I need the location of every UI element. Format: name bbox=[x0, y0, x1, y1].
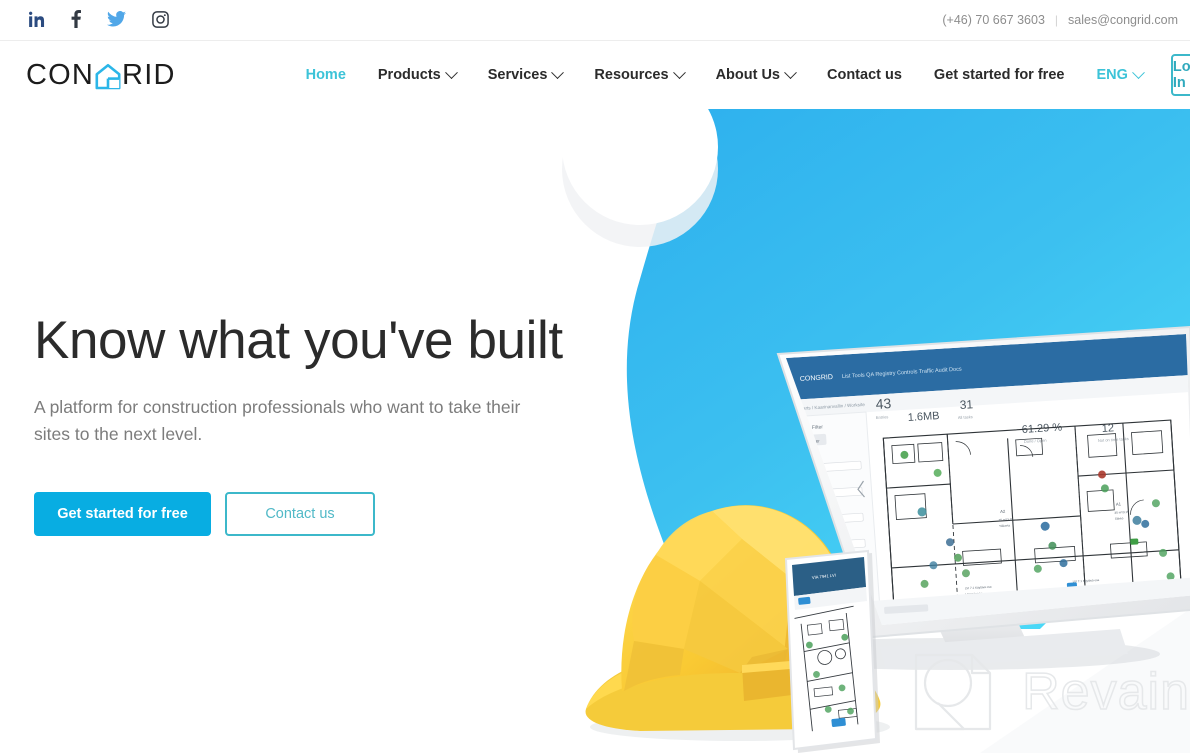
logo-text-left: CON bbox=[26, 58, 95, 91]
chevron-down-icon bbox=[784, 65, 797, 79]
get-started-button-label: Get started for free bbox=[57, 506, 188, 523]
nav-item-products[interactable]: Products bbox=[362, 65, 472, 83]
revain-watermark-text: Revain bbox=[1021, 662, 1190, 722]
phone-link[interactable]: (+46) 70 667 3603 bbox=[942, 13, 1045, 27]
login-button-label: Log In bbox=[1172, 59, 1190, 91]
nav-item-label: Services bbox=[487, 67, 548, 83]
revain-watermark: Revain bbox=[910, 649, 1190, 735]
top-bar-contact: (+46) 70 667 3603 | sales@congrid.com bbox=[942, 13, 1178, 27]
social-links bbox=[29, 10, 169, 28]
chevron-down-icon bbox=[1132, 65, 1145, 79]
nav-item-resources[interactable]: Resources bbox=[578, 65, 699, 83]
contact-us-button-label: Contact us bbox=[265, 506, 335, 523]
language-label: ENG bbox=[1096, 67, 1128, 83]
instagram-icon[interactable] bbox=[152, 10, 169, 28]
nav-item-label: About Us bbox=[715, 67, 780, 83]
nav-item-home[interactable]: Home bbox=[290, 67, 362, 83]
logo[interactable]: CON RID bbox=[26, 59, 176, 92]
hero-subtitle: A platform for construction professional… bbox=[34, 397, 521, 445]
login-button[interactable]: Log In bbox=[1170, 54, 1190, 96]
email-link[interactable]: sales@congrid.com bbox=[1068, 13, 1178, 27]
nav-item-label: Products bbox=[377, 67, 441, 83]
page-root: (+46) 70 667 3603 | sales@congrid.com CO… bbox=[0, 0, 1190, 753]
chevron-down-icon bbox=[551, 65, 565, 79]
main-navigation: CON RID Home Products Services Resources… bbox=[0, 41, 1190, 109]
nav-item-label: Contact us bbox=[827, 67, 902, 83]
nav-item-label: Home bbox=[305, 67, 346, 83]
get-started-button[interactable]: Get started for free bbox=[34, 492, 211, 537]
chevron-down-icon bbox=[672, 65, 686, 79]
nav-item-contact-us[interactable]: Contact us bbox=[811, 67, 918, 83]
nav-item-get-started-for-free[interactable]: Get started for free bbox=[918, 67, 1081, 83]
top-bar: (+46) 70 667 3603 | sales@congrid.com bbox=[0, 0, 1190, 41]
nav-item-about-us[interactable]: About Us bbox=[700, 65, 811, 83]
hero-content: Know what you've built A platform for co… bbox=[34, 311, 594, 537]
hero-cta-group: Get started for free Contact us bbox=[34, 492, 594, 537]
nav-item-label: Resources bbox=[594, 67, 669, 83]
nav-links: Home Products Services Resources About U… bbox=[290, 65, 1153, 83]
chevron-down-icon bbox=[444, 65, 458, 79]
logo-text-right: RID bbox=[122, 58, 176, 91]
contact-us-button[interactable]: Contact us bbox=[225, 492, 375, 537]
congrid-house-logo-icon bbox=[95, 63, 121, 90]
facebook-icon[interactable] bbox=[71, 10, 81, 28]
revain-logo-icon bbox=[915, 653, 992, 731]
language-selector[interactable]: ENG bbox=[1080, 65, 1152, 83]
linkedin-icon[interactable] bbox=[29, 11, 45, 27]
nav-item-services[interactable]: Services bbox=[472, 65, 579, 83]
page-title: Know what you've built bbox=[34, 311, 563, 370]
hero-section: CONGRID List Tools QA Registry Controls … bbox=[0, 109, 1190, 753]
twitter-icon[interactable] bbox=[107, 11, 126, 27]
nav-item-label: Get started for free bbox=[933, 67, 1065, 83]
contact-separator: | bbox=[1054, 13, 1059, 27]
